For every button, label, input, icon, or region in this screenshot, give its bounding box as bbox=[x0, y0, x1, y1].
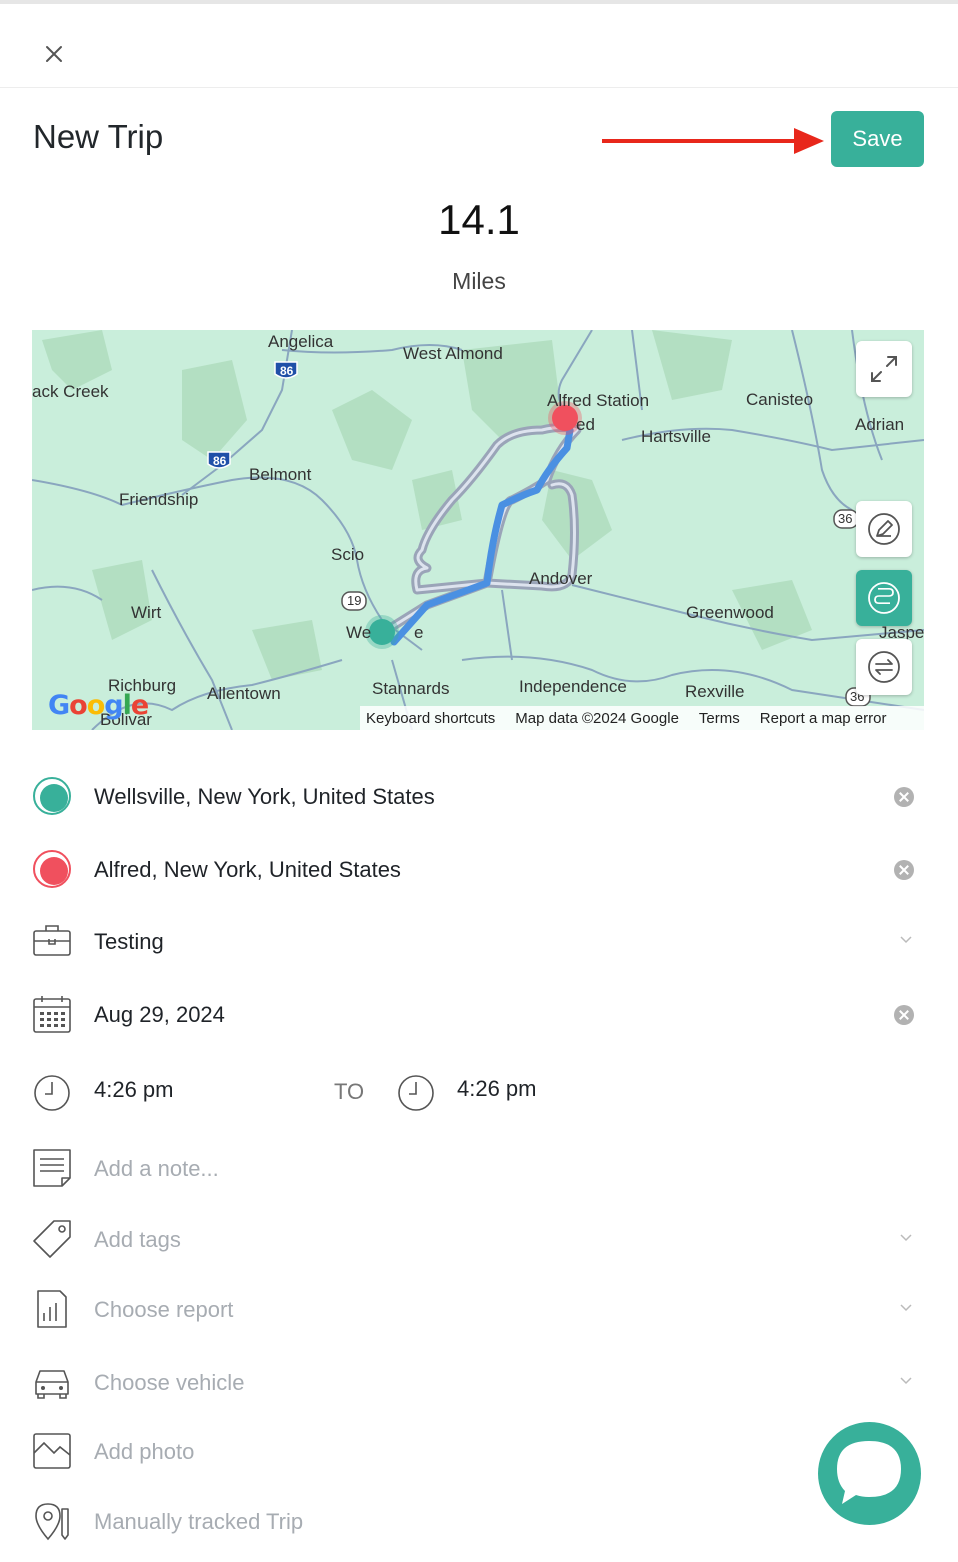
swap-icon bbox=[868, 651, 900, 683]
date-row[interactable]: Aug 29, 2024 bbox=[32, 994, 924, 1044]
map-label-alfred: ed bbox=[576, 415, 595, 434]
map-fullscreen-button[interactable] bbox=[856, 341, 912, 397]
tag-icon bbox=[33, 1220, 71, 1258]
chevron-down-icon[interactable] bbox=[898, 931, 914, 947]
map-label-belmont: Belmont bbox=[249, 465, 312, 484]
map-label-west-almond: West Almond bbox=[403, 344, 503, 363]
date-text[interactable]: Aug 29, 2024 bbox=[94, 1002, 225, 1028]
clear-start-icon[interactable] bbox=[894, 787, 914, 807]
map-label-back-creek: ack Creek bbox=[32, 382, 109, 401]
map-label-friendship: Friendship bbox=[119, 490, 199, 509]
map-label-greenwood: Greenwood bbox=[686, 603, 774, 622]
distance-unit: Miles bbox=[452, 268, 506, 294]
map-label-allentown: Allentown bbox=[207, 684, 281, 703]
annotation-arrow bbox=[602, 128, 824, 154]
car-icon bbox=[35, 1370, 69, 1399]
map-label-scio: Scio bbox=[331, 545, 365, 564]
start-time-text[interactable]: 4:26 pm bbox=[94, 1077, 174, 1103]
map-data-text: Map data ©2024 Google bbox=[515, 709, 679, 727]
note-row[interactable]: Add a note... bbox=[32, 1148, 924, 1198]
calendar-icon bbox=[33, 996, 71, 1033]
report-map-error-link[interactable]: Report a map error bbox=[760, 710, 887, 727]
edit-route-icon bbox=[868, 513, 900, 545]
page-title: New Trip bbox=[33, 118, 164, 155]
map-label-angelica: Angelica bbox=[268, 332, 334, 351]
start-marker-icon bbox=[33, 777, 71, 815]
vehicle-row[interactable]: Choose vehicle bbox=[32, 1362, 924, 1412]
end-marker-icon bbox=[33, 850, 71, 888]
end-time-text[interactable]: 4:26 pm bbox=[457, 1076, 537, 1102]
map-label-canisteo: Canisteo bbox=[746, 390, 814, 409]
location-pin-icon bbox=[35, 1503, 69, 1541]
start-location-row[interactable]: Wellsville, New York, United States bbox=[32, 776, 924, 826]
briefcase-icon bbox=[33, 925, 71, 956]
image-icon bbox=[33, 1433, 71, 1469]
clock-icon-end bbox=[398, 1075, 434, 1111]
map-label-rexville: Rexville bbox=[685, 682, 745, 701]
chevron-down-icon[interactable] bbox=[898, 1229, 914, 1245]
photo-row[interactable]: Add photo bbox=[32, 1431, 924, 1481]
map-edit-route-button[interactable] bbox=[856, 501, 912, 557]
report-icon bbox=[37, 1290, 67, 1328]
terms-link[interactable]: Terms bbox=[699, 710, 740, 727]
map-label-alfred-station: Alfred Station bbox=[547, 391, 650, 410]
route-map[interactable]: Angelica West Almond ack Creek Alfred St… bbox=[32, 330, 924, 730]
clear-date-icon[interactable] bbox=[894, 1005, 914, 1025]
purpose-text[interactable]: Testing bbox=[94, 929, 164, 955]
shield-label-36: 36 bbox=[838, 511, 853, 526]
map-label-hartsville: Hartsville bbox=[641, 427, 711, 446]
map-label-wirt: Wirt bbox=[131, 603, 162, 622]
map-label-stannards: Stannards bbox=[372, 679, 450, 698]
map-label-wellsville-end: e bbox=[414, 623, 424, 642]
map-footer: Keyboard shortcuts Map data ©2024 Google… bbox=[360, 706, 924, 730]
keyboard-shortcuts-link[interactable]: Keyboard shortcuts bbox=[366, 710, 495, 727]
report-select[interactable]: Choose report bbox=[94, 1297, 233, 1323]
note-input[interactable]: Add a note... bbox=[94, 1156, 219, 1182]
google-logo: Google bbox=[48, 690, 149, 721]
map-label-adrian: Adrian bbox=[855, 415, 905, 434]
clock-icon bbox=[34, 1075, 70, 1111]
save-button[interactable]: Save bbox=[831, 111, 924, 167]
map-label-independence: Independence bbox=[519, 677, 627, 696]
add-photo-button[interactable]: Add photo bbox=[94, 1439, 194, 1465]
tags-input[interactable]: Add tags bbox=[94, 1227, 181, 1253]
tracking-row: Manually tracked Trip bbox=[32, 1501, 924, 1551]
header-bar bbox=[0, 4, 958, 88]
tracking-text: Manually tracked Trip bbox=[94, 1509, 304, 1534]
end-location-text[interactable]: Alfred, New York, United States bbox=[94, 857, 401, 883]
close-icon[interactable] bbox=[38, 38, 70, 70]
tags-row[interactable]: Add tags bbox=[32, 1219, 924, 1269]
end-location-row[interactable]: Alfred, New York, United States bbox=[32, 849, 924, 899]
trip-distance: 14.1 bbox=[438, 196, 520, 243]
vehicle-select[interactable]: Choose vehicle bbox=[94, 1370, 244, 1396]
chevron-down-icon[interactable] bbox=[898, 1299, 914, 1315]
time-to-label: TO bbox=[334, 1079, 365, 1104]
chevron-down-icon[interactable] bbox=[898, 1372, 914, 1388]
route-icon bbox=[868, 582, 900, 614]
expand-icon bbox=[871, 356, 897, 382]
start-location-text[interactable]: Wellsville, New York, United States bbox=[94, 784, 435, 810]
map-label-andover: Andover bbox=[529, 569, 593, 588]
chat-bubble-icon bbox=[837, 1441, 901, 1504]
map-route-button[interactable] bbox=[856, 570, 912, 626]
note-icon bbox=[33, 1149, 71, 1187]
chat-button[interactable] bbox=[818, 1422, 921, 1525]
shield-label-86: 86 bbox=[280, 364, 294, 378]
report-row[interactable]: Choose report bbox=[32, 1289, 924, 1339]
map-label-wellsville: We bbox=[346, 623, 372, 642]
shield-label-86-b: 86 bbox=[213, 454, 227, 468]
purpose-row[interactable]: Testing bbox=[32, 921, 924, 971]
shield-label-19: 19 bbox=[347, 593, 362, 608]
clear-end-icon[interactable] bbox=[894, 860, 914, 880]
map-swap-button[interactable] bbox=[856, 639, 912, 695]
